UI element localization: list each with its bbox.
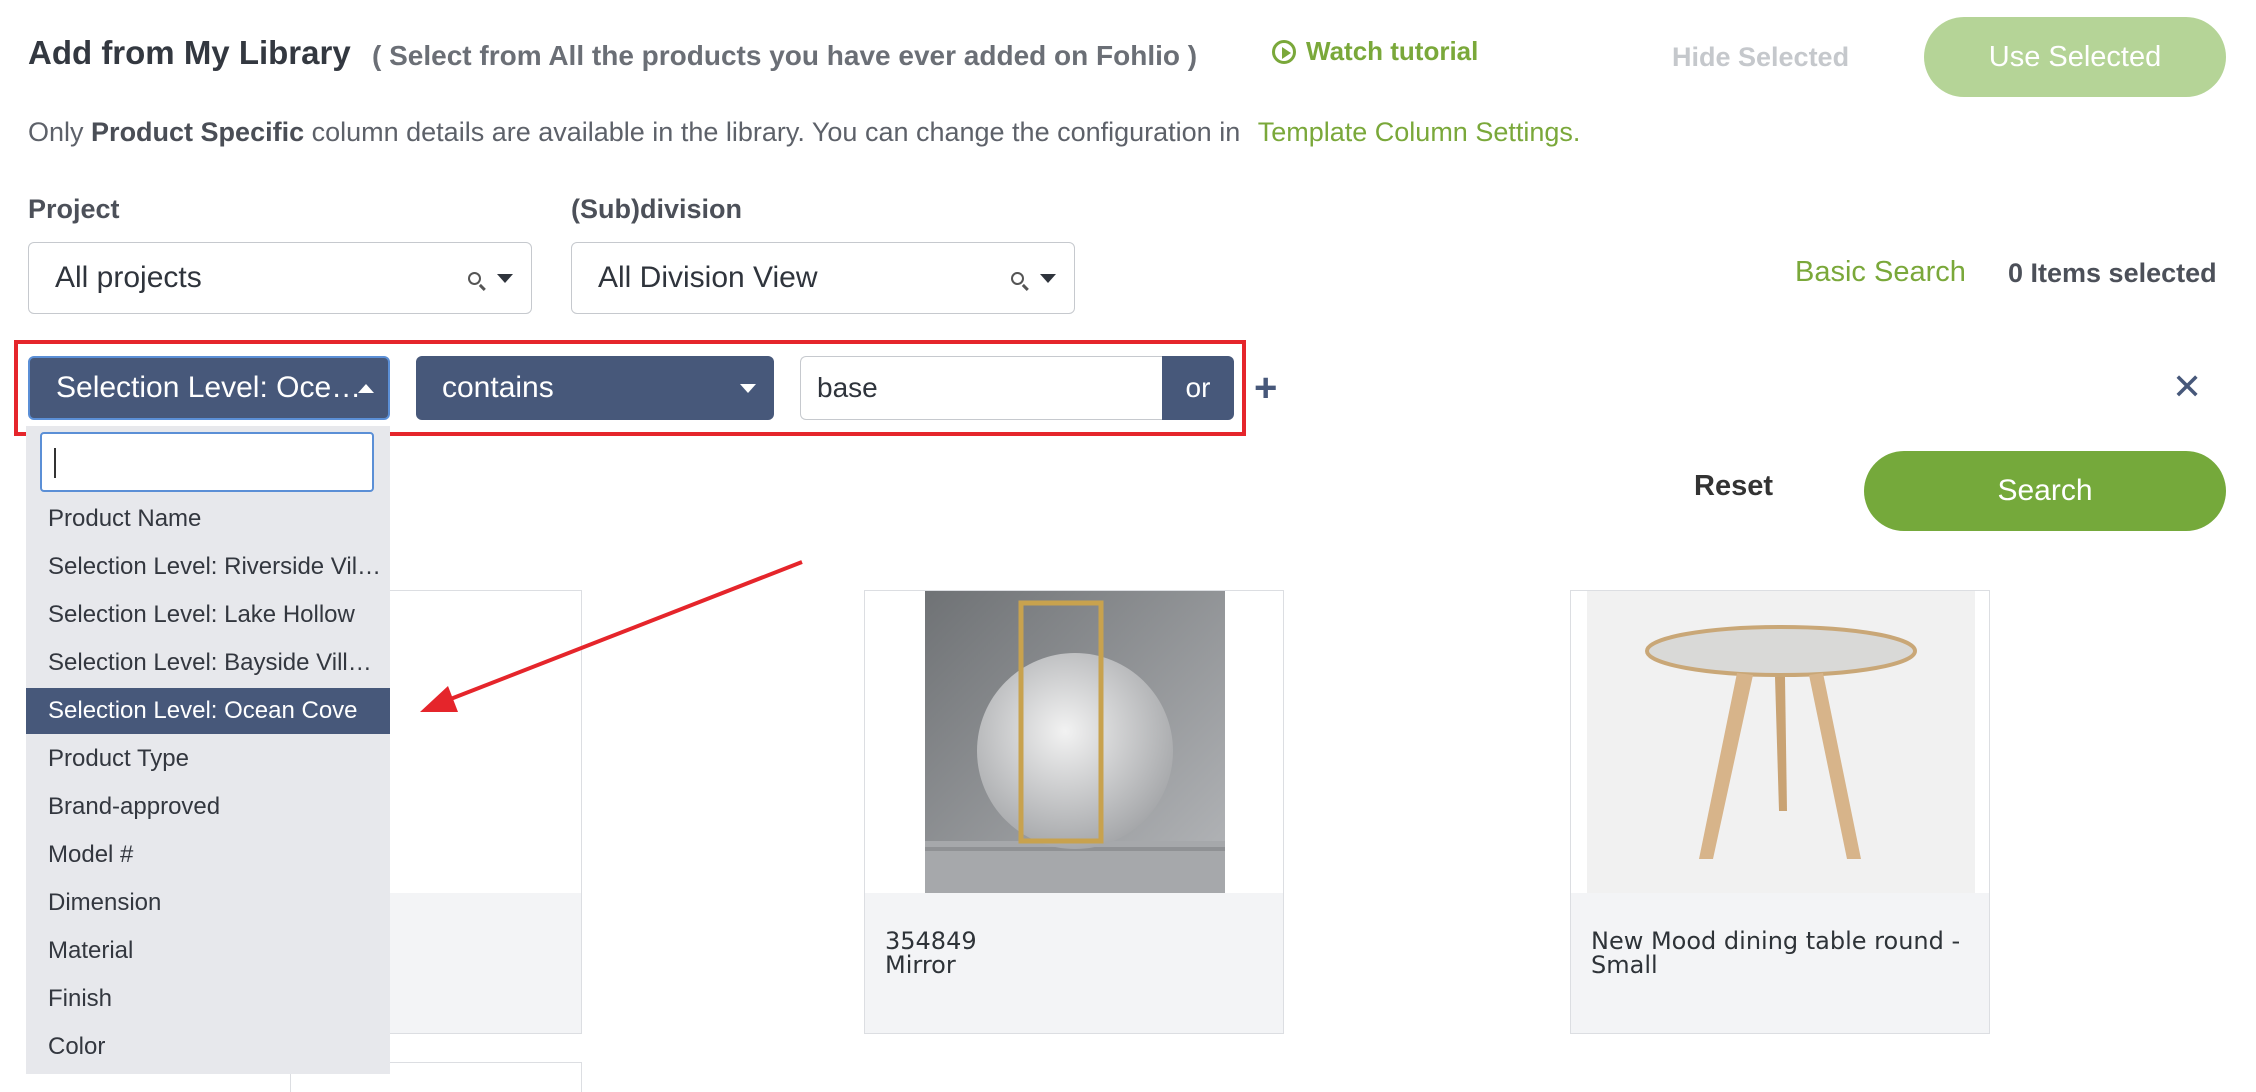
- chevron-down-icon: [497, 273, 513, 283]
- info-middle: column details are available in the libr…: [311, 117, 1241, 147]
- items-selected-count: 0 Items selected: [2008, 258, 2217, 288]
- search-icon: [468, 271, 481, 285]
- dropdown-item[interactable]: Selection Level: Riverside Vil…: [26, 544, 390, 590]
- text-cursor: [54, 448, 56, 478]
- subdivision-select-value: All Division View: [598, 261, 818, 294]
- filter-field-value: Selection Level: Oce…: [56, 371, 358, 404]
- dropdown-item[interactable]: Color: [26, 1024, 390, 1070]
- dropdown-item-active[interactable]: Selection Level: Ocean Cove: [26, 688, 390, 734]
- product-caption: New Mood dining table round - Small: [1591, 927, 1961, 979]
- template-column-settings-link[interactable]: Template Column Settings.: [1258, 117, 1581, 147]
- watch-tutorial-link[interactable]: Watch tutorial: [1272, 36, 1478, 67]
- subdivision-select[interactable]: All Division View: [571, 242, 1075, 314]
- play-icon: [1272, 39, 1296, 64]
- page-subtitle: ( Select from All the products you have …: [372, 40, 1198, 71]
- info-prefix: Only: [28, 117, 84, 147]
- subdivision-label: (Sub)division: [571, 194, 742, 224]
- use-selected-button[interactable]: Use Selected: [1924, 17, 2226, 97]
- page-title: Add from My Library: [28, 34, 351, 71]
- project-select-value: All projects: [55, 261, 202, 294]
- filter-field-dropdown: Product Name Selection Level: Riverside …: [26, 426, 390, 1074]
- watch-tutorial-label: Watch tutorial: [1306, 36, 1479, 66]
- product-card[interactable]: New Mood dining table round - Small: [1570, 590, 1990, 1034]
- or-button[interactable]: or: [1162, 356, 1234, 420]
- dropdown-item[interactable]: Selection Level: Bayside Vill…: [26, 640, 390, 686]
- dropdown-item[interactable]: Product Name: [26, 496, 390, 542]
- dropdown-item[interactable]: Brand-approved: [26, 784, 390, 830]
- search-icon: [1011, 271, 1024, 285]
- dropdown-item[interactable]: Finish: [26, 976, 390, 1022]
- product-card[interactable]: 354849 Mirror: [864, 590, 1284, 1034]
- dropdown-item[interactable]: Product Type: [26, 736, 390, 782]
- chevron-up-icon: [358, 383, 374, 393]
- product-card-footer: 354849 Mirror: [865, 893, 1283, 1033]
- project-select[interactable]: All projects: [28, 242, 532, 314]
- dining-table-image: [1587, 591, 1975, 893]
- info-bold: Product Specific: [91, 117, 305, 147]
- library-info-text: Only Product Specific column details are…: [28, 117, 1580, 148]
- dropdown-item[interactable]: Model #: [26, 832, 390, 878]
- filter-operator-select[interactable]: contains: [416, 356, 774, 420]
- product-caption: 354849 Mirror: [885, 927, 977, 979]
- dropdown-item[interactable]: Dimension: [26, 880, 390, 926]
- filter-value-input[interactable]: [800, 356, 1164, 420]
- reset-button[interactable]: Reset: [1694, 470, 1773, 503]
- project-label: Project: [28, 194, 120, 224]
- dropdown-item[interactable]: Material: [26, 928, 390, 974]
- hide-selected-button[interactable]: Hide Selected: [1672, 42, 1849, 73]
- dropdown-search-input[interactable]: [40, 432, 374, 492]
- chevron-down-icon: [740, 383, 756, 393]
- search-button[interactable]: Search: [1864, 451, 2226, 531]
- chevron-down-icon: [1040, 273, 1056, 283]
- product-card-footer: New Mood dining table round - Small: [1571, 893, 1989, 1033]
- basic-search-link[interactable]: Basic Search: [1795, 256, 1966, 289]
- filter-field-select[interactable]: Selection Level: Oce…: [28, 356, 390, 420]
- mirror-image: [925, 591, 1225, 893]
- add-filter-icon[interactable]: +: [1254, 366, 1277, 411]
- close-icon[interactable]: ✕: [2172, 366, 2202, 408]
- filter-operator-value: contains: [442, 371, 554, 404]
- dropdown-item[interactable]: Selection Level: Lake Hollow: [26, 592, 390, 638]
